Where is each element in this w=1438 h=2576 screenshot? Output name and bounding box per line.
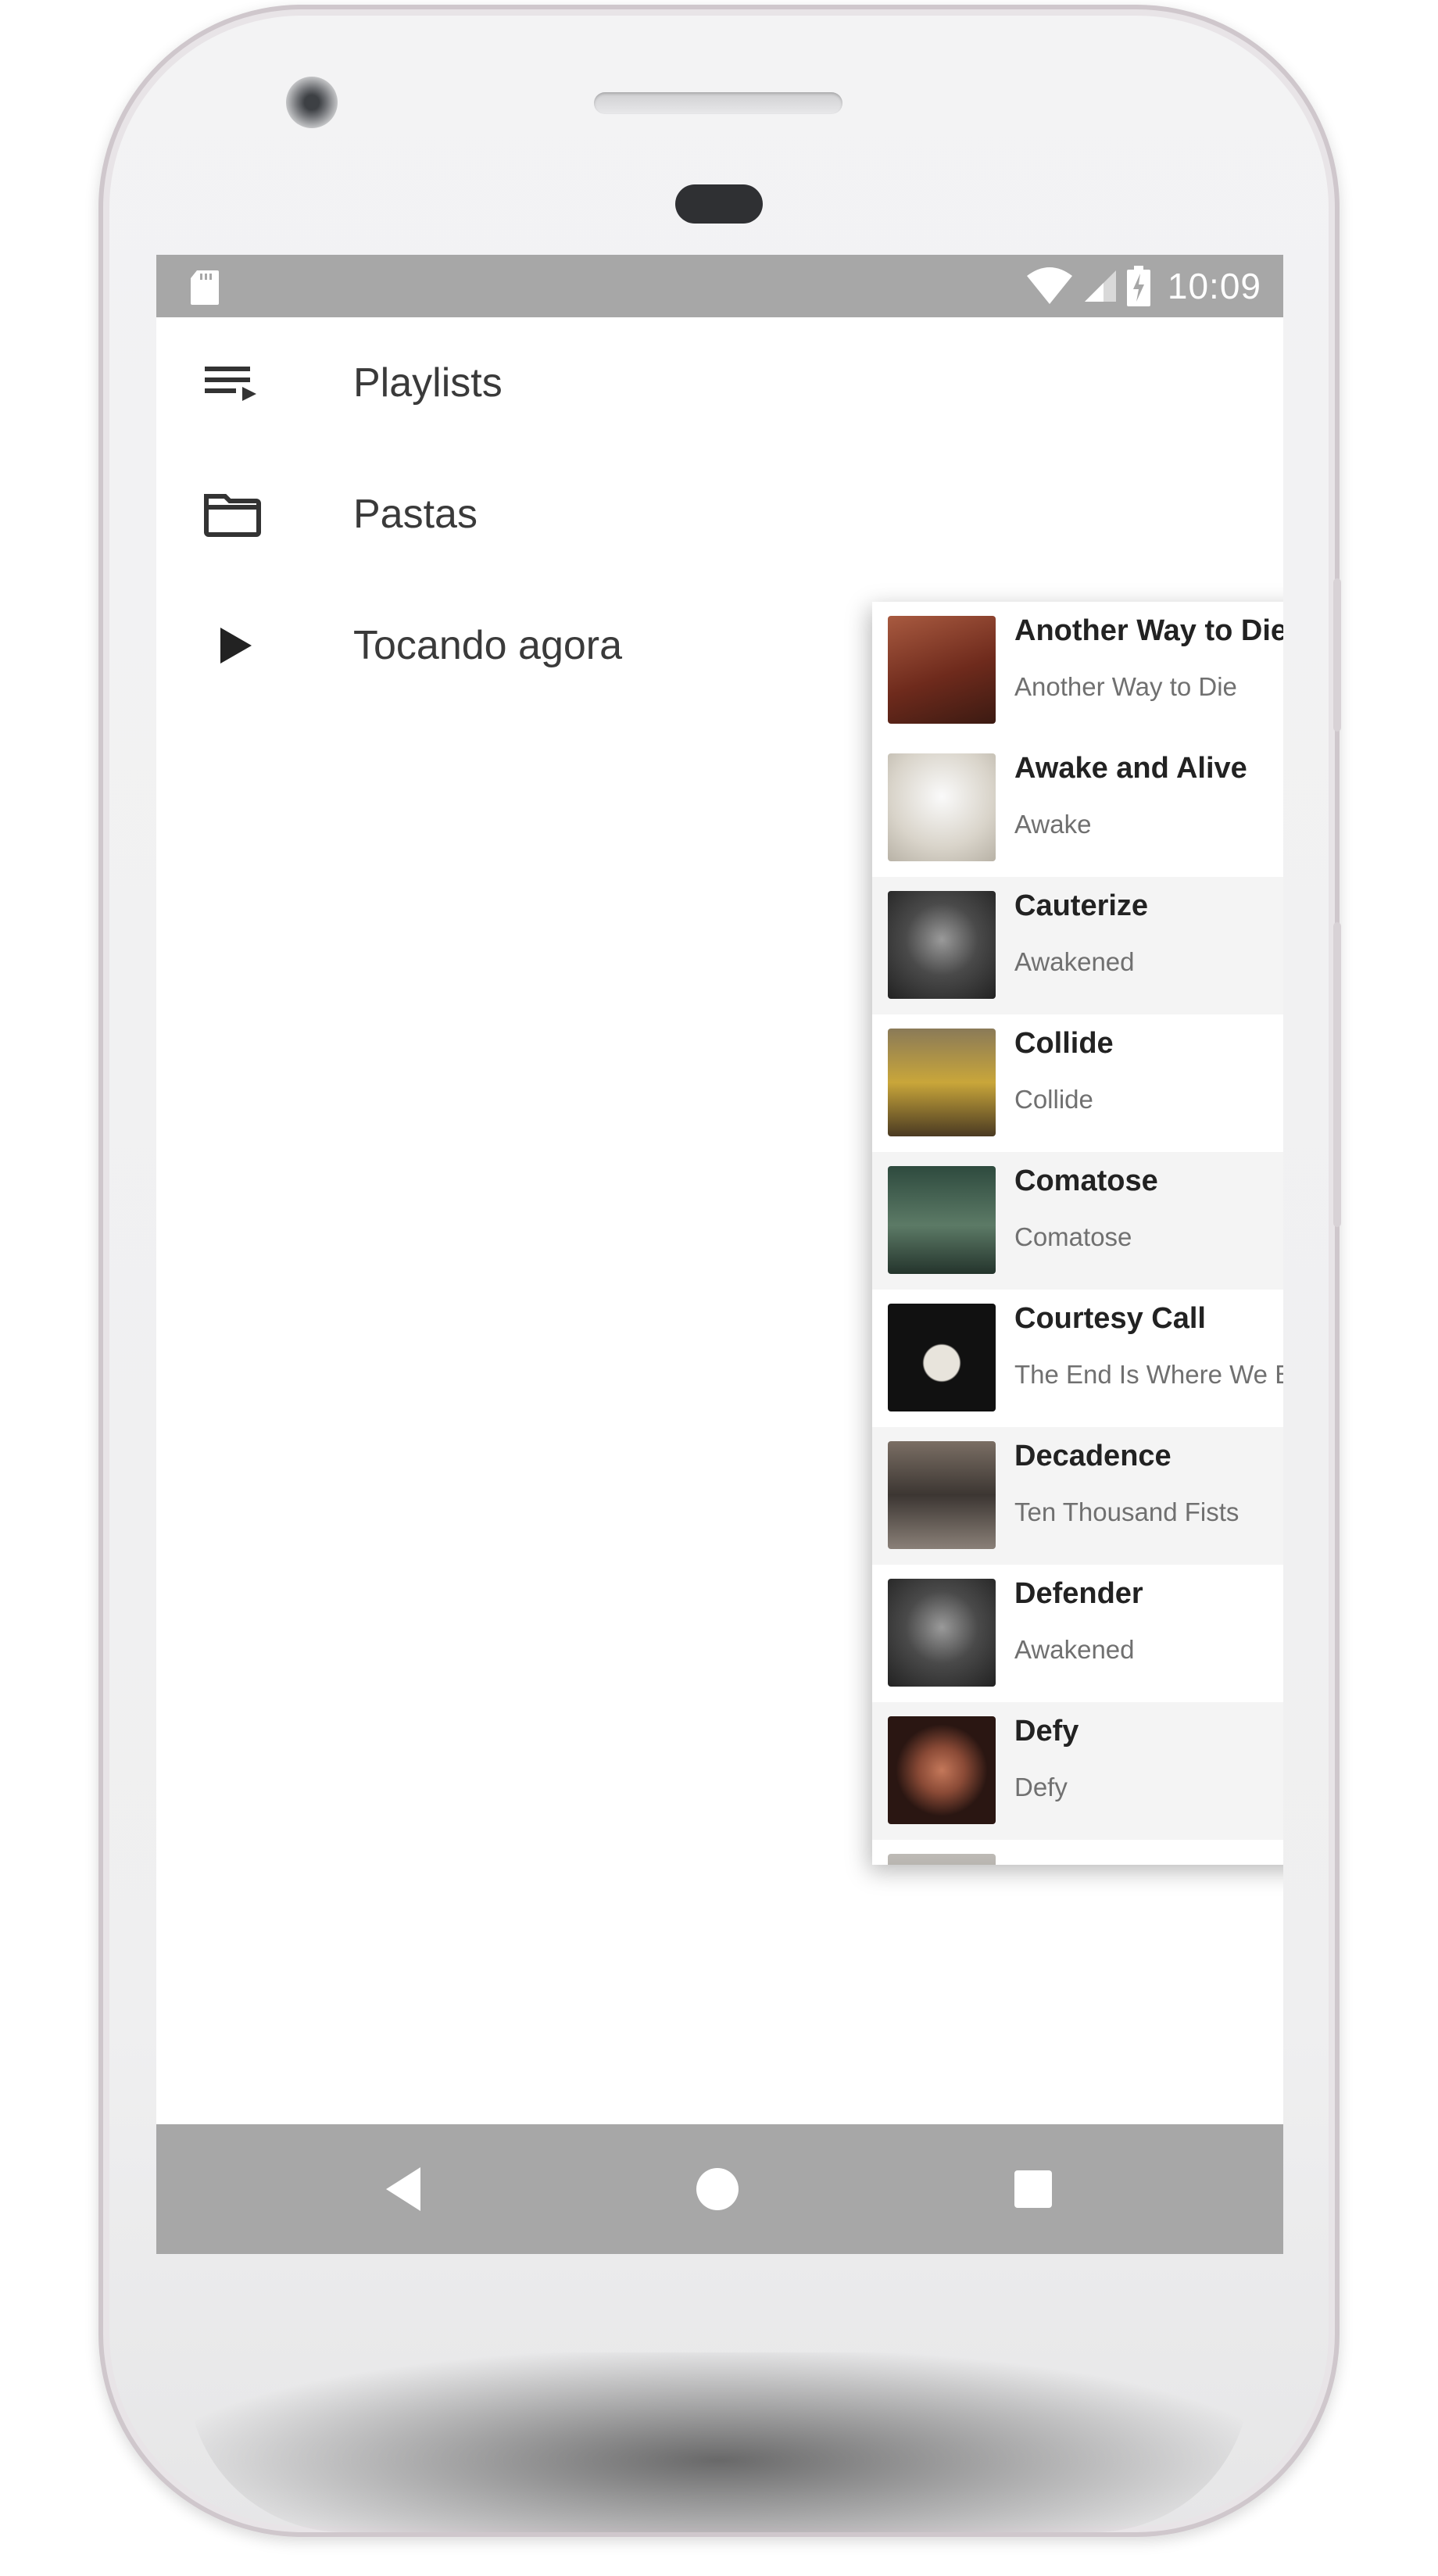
album-art	[888, 1579, 996, 1687]
song-album: Collide	[1014, 1085, 1093, 1114]
song-album: Another Way to Die	[1014, 672, 1237, 701]
drawer-item-label: Pastas	[353, 492, 478, 537]
volume-button	[1333, 578, 1341, 732]
power-button	[1333, 922, 1341, 1227]
song-title: Another Way to Die	[1014, 614, 1283, 647]
album-art	[888, 1029, 996, 1136]
wifi-icon	[1026, 267, 1072, 304]
song-item[interactable]: Courtesy Call The End Is Where We Begin	[872, 1290, 1283, 1427]
front-camera	[286, 77, 338, 128]
status-time: 10:09	[1167, 266, 1261, 306]
song-item[interactable]: Defy Defy	[872, 1702, 1283, 1840]
song-item[interactable]: Another Way to Die Another Way to Die	[872, 602, 1283, 739]
song-title: Awake and Alive	[1014, 752, 1247, 785]
folder-icon	[204, 494, 261, 537]
song-album: Comatose	[1014, 1222, 1132, 1251]
song-item[interactable]: Collide Collide	[872, 1014, 1283, 1152]
song-album: The End Is Where We Begin	[1014, 1360, 1283, 1389]
status-bar: 10:09	[156, 255, 1283, 317]
song-item[interactable]: Defender Awakened	[872, 1565, 1283, 1702]
signal-icon	[1084, 270, 1116, 302]
song-list-popup[interactable]: Another Way to Die Another Way to Die Aw…	[872, 602, 1283, 1865]
drawer-item-pastas[interactable]: Pastas	[156, 449, 1283, 580]
song-item-partial[interactable]	[872, 1840, 1283, 1865]
song-item[interactable]: Cauterize Awakened	[872, 877, 1283, 1014]
album-art	[888, 616, 996, 724]
song-title: Defender	[1014, 1577, 1143, 1610]
album-art	[888, 1166, 996, 1274]
album-art	[888, 1441, 996, 1549]
song-album: Ten Thousand Fists	[1014, 1497, 1239, 1526]
drawer-item-label: Tocando agora	[353, 623, 623, 668]
recents-icon[interactable]	[1013, 2169, 1053, 2209]
album-art	[888, 1854, 996, 1865]
drawer-item-label: Playlists	[353, 360, 503, 406]
status-icons: 10:09	[1025, 255, 1261, 317]
song-title: Comatose	[1014, 1165, 1158, 1197]
home-icon[interactable]	[695, 2166, 740, 2212]
song-item[interactable]: Awake and Alive Awake	[872, 739, 1283, 877]
album-art	[888, 753, 996, 861]
song-title: Courtesy Call	[1014, 1302, 1206, 1335]
album-art	[888, 891, 996, 999]
song-title: Decadence	[1014, 1440, 1172, 1472]
screen: 10:09 Playlists Pastas Tocando agora Ano…	[156, 255, 1283, 2254]
song-album: Awakened	[1014, 947, 1135, 976]
playlist-icon	[205, 367, 256, 401]
proximity-sensor	[675, 184, 763, 224]
album-art	[888, 1716, 996, 1824]
album-art	[888, 1304, 996, 1411]
song-title: Cauterize	[1014, 889, 1149, 922]
song-item[interactable]: Comatose Comatose	[872, 1152, 1283, 1290]
back-icon[interactable]	[381, 2164, 425, 2214]
drawer-item-playlists[interactable]: Playlists	[156, 317, 1283, 449]
song-title: Defy	[1014, 1715, 1079, 1748]
navigation-bar	[156, 2124, 1283, 2254]
song-album: Awakened	[1014, 1635, 1135, 1664]
song-album: Defy	[1014, 1773, 1068, 1801]
battery-charging-icon	[1126, 266, 1150, 306]
play-icon	[220, 628, 252, 664]
song-item[interactable]: Decadence Ten Thousand Fists	[872, 1427, 1283, 1565]
phone-shadow	[188, 2352, 1250, 2532]
earpiece-speaker	[594, 92, 842, 114]
sd-card-icon	[191, 270, 219, 305]
song-title: Collide	[1014, 1027, 1114, 1060]
song-album: Awake	[1014, 810, 1092, 839]
